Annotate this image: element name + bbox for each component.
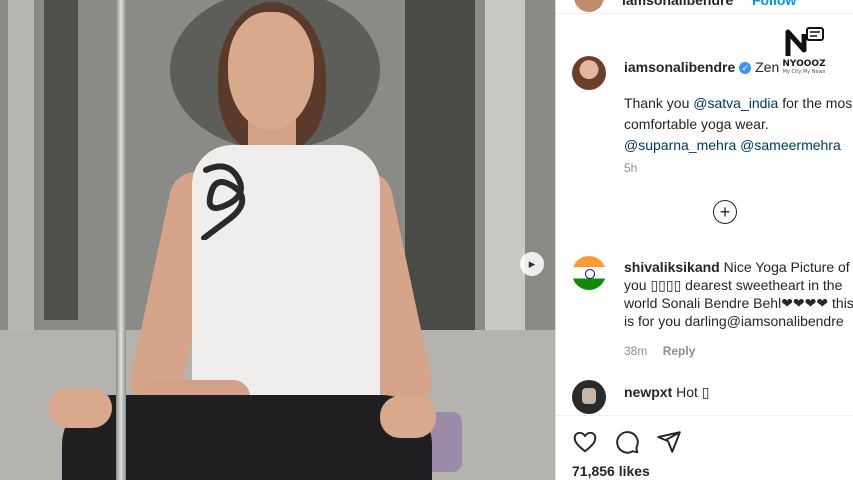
gym-frame: [44, 0, 78, 320]
caption-prefix: Thank you: [624, 95, 694, 111]
author-line: iamsonalibendre ✓ Zen: [624, 59, 779, 75]
plus-circle-icon: +: [719, 202, 731, 222]
commenter-username[interactable]: shivaliksikand: [624, 259, 720, 275]
comment-time[interactable]: 38m: [624, 344, 647, 358]
author-avatar[interactable]: [572, 56, 606, 90]
nyoooz-watermark: NYOOOZ My City My News: [774, 26, 834, 76]
comment-icon[interactable]: [614, 429, 640, 455]
heart-icon[interactable]: [572, 429, 598, 455]
post-timestamp[interactable]: 5h: [624, 161, 637, 175]
avatar[interactable]: [574, 0, 604, 12]
mention-link[interactable]: @sameermehra: [740, 137, 841, 153]
person-hand: [48, 388, 112, 428]
follow-button[interactable]: Follow: [752, 0, 796, 8]
person-hand: [380, 396, 436, 438]
likes-count[interactable]: 71,856 likes: [572, 463, 650, 479]
chevron-right-icon: ▸: [528, 256, 536, 271]
load-more-comments-button[interactable]: +: [713, 200, 737, 224]
commenter-avatar[interactable]: [572, 256, 606, 290]
commenter-username[interactable]: newpxt: [624, 384, 672, 400]
mention-link[interactable]: @suparna_mehra: [624, 137, 736, 153]
action-bar: [572, 428, 682, 456]
verified-badge-icon: ✓: [739, 62, 752, 75]
gym-frame: [485, 0, 525, 360]
comment-body: Hot ▯: [676, 384, 710, 400]
header-username[interactable]: iamsonalibendre: [622, 0, 733, 8]
post-photo[interactable]: ▸: [0, 0, 555, 480]
share-icon[interactable]: [656, 429, 682, 455]
post-header: iamsonalibendre Follow: [556, 0, 853, 14]
reply-button[interactable]: Reply: [663, 344, 696, 358]
commenter-avatar[interactable]: [572, 380, 606, 414]
gym-frame: [8, 0, 34, 360]
shirt-logo-icon: [201, 163, 246, 240]
comment-text: newpxt Hot ▯: [624, 383, 853, 401]
author-username[interactable]: iamsonalibendre: [624, 59, 735, 75]
comment-meta: 38m Reply: [624, 344, 707, 358]
nyoooz-logo-icon: [785, 27, 824, 56]
mention-link[interactable]: @satva_india: [693, 95, 778, 111]
divider: [556, 415, 853, 416]
gym-pole: [116, 0, 126, 480]
comment-text: shivaliksikand Nice Yoga Picture of you …: [624, 258, 853, 330]
person-face: [228, 12, 314, 130]
next-image-button[interactable]: ▸: [520, 252, 544, 276]
caption-text: Thank you @satva_india for the most comf…: [624, 93, 853, 156]
watermark-tagline: My City My News: [782, 69, 826, 75]
watermark-brand: NYOOOZ: [782, 59, 826, 69]
